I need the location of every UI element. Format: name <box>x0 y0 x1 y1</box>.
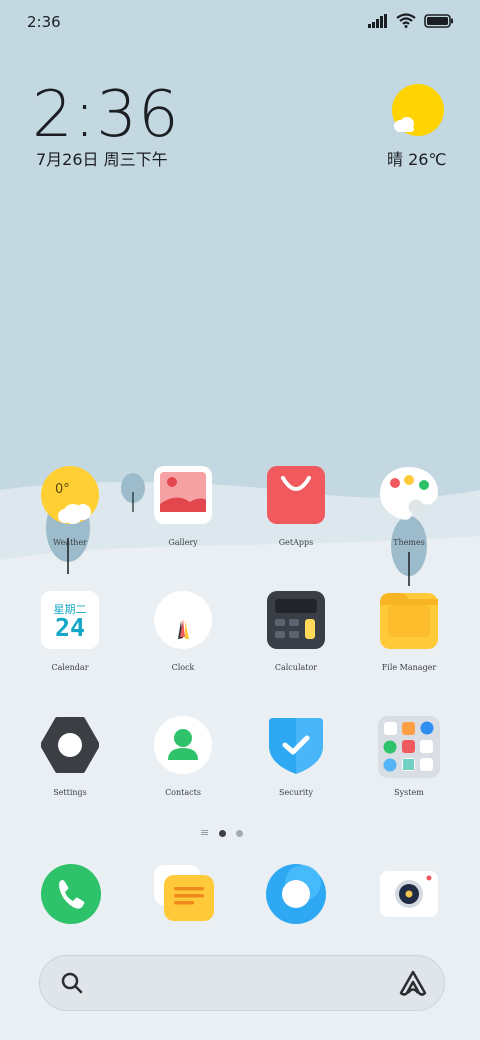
app-contacts[interactable]: Contacts <box>127 716 239 816</box>
app-weather[interactable]: 0° Weather <box>14 466 126 566</box>
dock-browser[interactable] <box>265 863 327 925</box>
themes-icon <box>380 466 438 524</box>
signal-icon <box>368 13 387 28</box>
search-icon[interactable] <box>60 971 84 995</box>
app-label: System <box>394 788 424 797</box>
app-label: Calculator <box>274 663 318 672</box>
app-file-manager[interactable]: File Manager <box>353 591 465 691</box>
cloud-icon <box>394 117 414 132</box>
wifi-icon <box>396 13 416 28</box>
notes-icon <box>154 865 214 921</box>
search-bar[interactable] <box>39 955 445 1011</box>
app-label: Security <box>279 788 313 797</box>
calculator-icon <box>267 591 325 649</box>
battery-icon <box>424 13 453 28</box>
assistant-icon[interactable] <box>398 969 428 997</box>
app-label: Contacts <box>165 788 201 797</box>
list-view-icon[interactable]: ≡ <box>200 827 209 838</box>
gallery-icon <box>154 466 212 524</box>
calendar-icon: 星期二 24 <box>41 591 99 649</box>
app-calendar[interactable]: 星期二 24 Calendar <box>14 591 126 691</box>
app-themes[interactable]: Themes <box>353 466 465 566</box>
calendar-day: 24 <box>54 613 86 642</box>
page-dot[interactable] <box>236 829 244 837</box>
settings-icon <box>40 716 100 774</box>
clock-widget-time[interactable]: 2:36 <box>32 78 180 152</box>
file-manager-icon <box>380 591 438 649</box>
app-clock[interactable]: Clock <box>127 591 239 691</box>
app-label: GetApps <box>278 538 314 547</box>
camera-icon <box>380 871 438 917</box>
app-label: Gallery <box>168 538 198 547</box>
dock-phone[interactable] <box>40 863 102 925</box>
app-label: Themes <box>393 538 425 547</box>
page-dot-active[interactable] <box>219 829 227 837</box>
app-security[interactable]: Security <box>240 716 352 816</box>
app-system-folder[interactable]: System <box>353 716 465 816</box>
app-settings[interactable]: Settings <box>14 716 126 816</box>
contacts-icon <box>154 716 212 774</box>
dock-camera[interactable] <box>378 863 440 925</box>
weather-icon: 0° <box>41 466 99 524</box>
phone-icon <box>41 864 101 924</box>
weather-temp: 0° <box>55 482 70 497</box>
system-folder-icon <box>378 716 440 778</box>
app-label: Calendar <box>51 663 89 672</box>
status-time: 2:36 <box>27 13 61 31</box>
app-label: Clock <box>171 663 195 672</box>
app-label: File Manager <box>381 663 437 672</box>
app-label: Weather <box>53 538 87 547</box>
app-calculator[interactable]: Calculator <box>240 591 352 691</box>
security-icon <box>267 716 325 774</box>
app-label: Settings <box>53 788 87 797</box>
browser-icon <box>266 864 326 924</box>
app-getapps[interactable]: GetApps <box>240 466 352 566</box>
dock-notes[interactable] <box>152 863 214 925</box>
app-gallery[interactable]: Gallery <box>127 466 239 566</box>
getapps-icon <box>267 466 325 524</box>
page-indicator[interactable]: ≡ <box>200 827 244 838</box>
weather-widget-text: 晴 26℃ <box>387 150 447 169</box>
clock-icon <box>154 591 212 649</box>
status-bar: 2:36 <box>0 0 480 44</box>
clock-widget-date: 7月26日 周三下午 <box>36 150 168 169</box>
